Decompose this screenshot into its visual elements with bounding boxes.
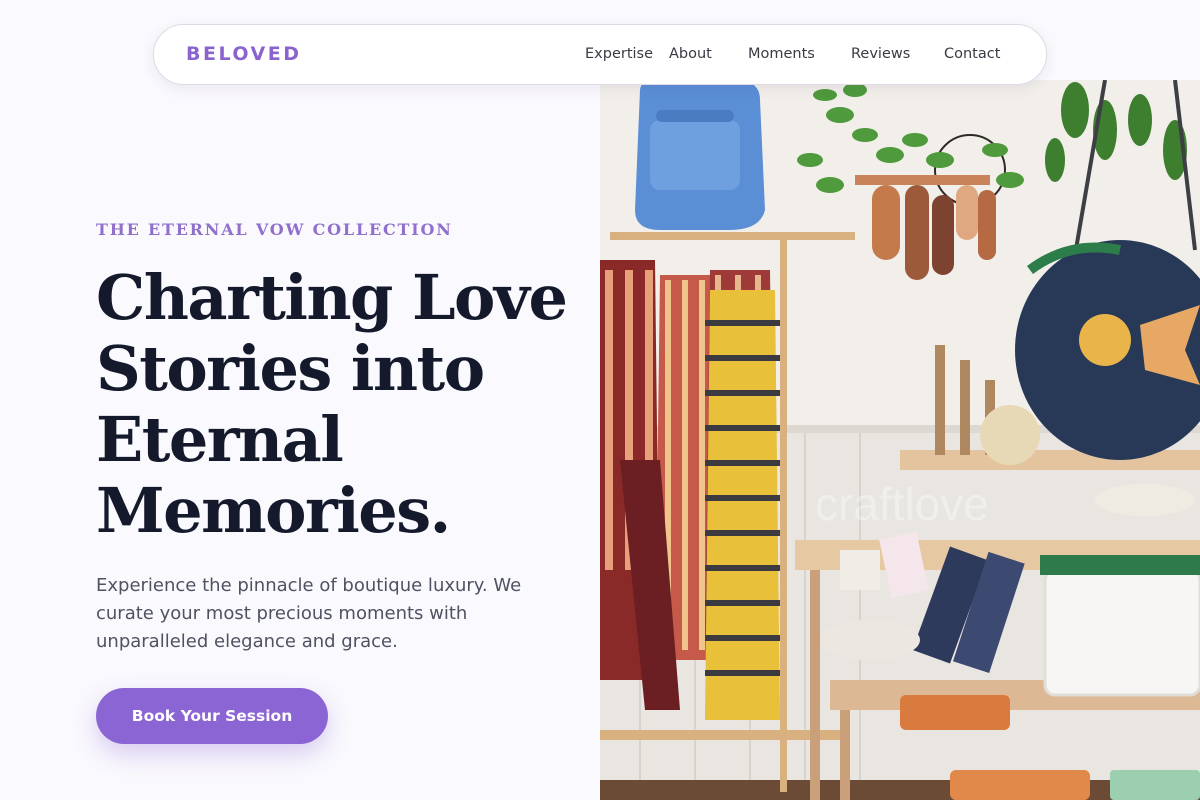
hero-headline: Charting Love Stories into Eternal Memor… xyxy=(96,261,568,547)
nav-link-about[interactable]: About xyxy=(669,46,712,62)
top-navigation: BELOVED Expertise About Moments Reviews … xyxy=(153,24,1047,85)
book-session-button[interactable]: Book Your Session xyxy=(96,688,328,744)
hero-subtitle: Experience the pinnacle of boutique luxu… xyxy=(96,575,522,652)
clothing-rack-illustration xyxy=(600,260,780,720)
boutique-hero-image: craftlove xyxy=(600,80,1200,800)
brand-logo[interactable]: BELOVED xyxy=(186,43,302,65)
backpack-illustration xyxy=(635,80,765,230)
nav-link-reviews[interactable]: Reviews xyxy=(851,46,910,62)
nav-link-contact[interactable]: Contact xyxy=(944,46,1000,62)
nav-link-expertise[interactable]: Expertise xyxy=(585,46,653,62)
collection-eyebrow: THE ETERNAL VOW COLLECTION xyxy=(96,220,453,239)
photo-watermark: craftlove xyxy=(815,478,989,530)
nav-link-moments[interactable]: Moments xyxy=(748,46,815,62)
